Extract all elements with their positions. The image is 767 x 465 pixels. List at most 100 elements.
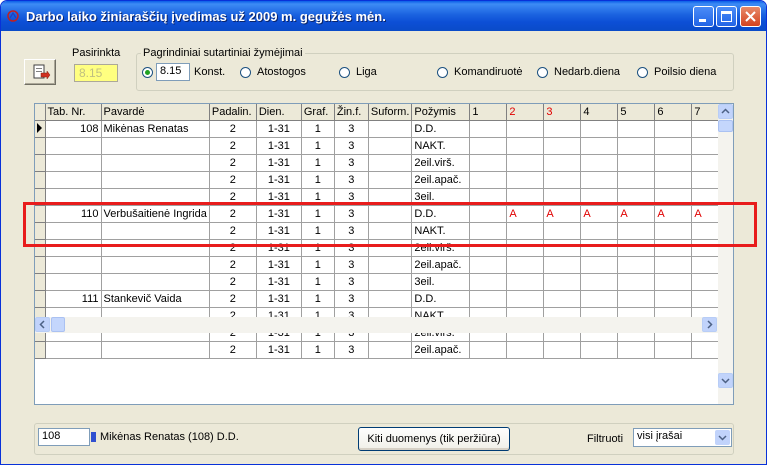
grid-cell[interactable]: 2 [209,154,257,172]
horizontal-scroll-thumb[interactable] [51,317,65,332]
grid-cell[interactable]: 2eil.apač. [411,341,471,359]
column-header[interactable]: 2 [506,104,545,121]
table-row[interactable]: 2 1-31 1 3 NAKT. [35,137,730,155]
grid-cell[interactable]: NAKT. [411,137,471,155]
grid-cell[interactable]: 1 [301,273,335,291]
column-header[interactable]: Požymis [411,104,471,121]
radio-atostogos[interactable] [240,67,251,78]
radio-label-konst[interactable]: Konst. [194,66,225,78]
radio-nedarb-diena[interactable] [537,67,548,78]
grid-cell[interactable] [469,290,508,308]
grid-cell[interactable]: 3eil. [411,273,471,291]
grid-cell[interactable] [368,120,413,138]
grid-cell[interactable]: 1 [301,154,335,172]
grid-cell[interactable]: 1 [301,256,335,274]
grid-cell[interactable] [543,256,582,274]
grid-cell[interactable]: Stankevič Vaida [101,290,210,308]
grid-cell[interactable] [45,256,102,274]
grid-cell[interactable]: 1 [301,290,335,308]
grid-cell[interactable] [654,273,693,291]
grid-cell[interactable] [506,273,545,291]
vertical-scroll-thumb[interactable] [718,120,733,132]
grid-cell[interactable] [469,171,508,189]
grid-cell[interactable] [580,256,619,274]
grid-cell[interactable]: 2eil.virš. [411,154,471,172]
grid-cell[interactable]: 1 [301,171,335,189]
grid-cell[interactable]: 1 [301,120,335,138]
grid-cell[interactable] [469,137,508,155]
grid-cell[interactable] [469,256,508,274]
scroll-left-button[interactable] [35,317,50,332]
filter-dropdown-button[interactable] [715,430,730,445]
radio-poilsio-diena[interactable] [637,67,648,78]
grid-cell[interactable]: D.D. [411,290,471,308]
column-header[interactable]: Tab. Nr. [45,104,102,121]
grid-cell[interactable] [469,154,508,172]
grid-cell[interactable]: 3 [334,120,369,138]
grid-cell[interactable] [368,273,413,291]
row-indicator[interactable] [35,290,46,308]
select-button[interactable] [24,59,56,85]
grid-cell[interactable] [617,171,656,189]
grid-cell[interactable] [368,171,413,189]
grid-cell[interactable] [506,154,545,172]
grid-cell[interactable] [617,154,656,172]
grid-cell[interactable] [580,290,619,308]
column-header[interactable]: Suform. [368,104,413,121]
column-header[interactable]: 3 [543,104,582,121]
grid-cell[interactable] [101,154,210,172]
grid-cell[interactable] [654,137,693,155]
grid-cell[interactable]: 1-31 [256,154,302,172]
grid-cell[interactable]: 2 [209,290,257,308]
timesheet-grid[interactable]: Tab. Nr. Pavardė Padalin. Dien. Graf. Žin.f. S… [34,103,734,405]
horizontal-scrollbar[interactable] [35,317,718,333]
grid-cell[interactable]: 111 [45,290,102,308]
column-header[interactable]: 4 [580,104,619,121]
scroll-down-button[interactable] [718,373,733,388]
grid-cell[interactable] [45,341,102,359]
scroll-right-button[interactable] [702,317,717,332]
grid-cell[interactable] [580,154,619,172]
grid-cell[interactable]: 2 [209,120,257,138]
table-row[interactable]: 2 1-31 1 3 2eil.apač. [35,171,730,189]
title-bar[interactable]: Darbo laiko žiniaraščių įvedimas už 2009… [1,1,766,31]
grid-cell[interactable]: 3 [334,273,369,291]
grid-cell[interactable] [506,341,545,359]
row-indicator[interactable] [35,137,46,155]
grid-cell[interactable]: 3 [334,256,369,274]
grid-cell[interactable]: 3 [334,154,369,172]
column-header[interactable]: Graf. [301,104,335,121]
grid-cell[interactable] [580,120,619,138]
table-row[interactable]: 2 1-31 1 3 3eil. [35,273,730,291]
grid-cell[interactable]: D.D. [411,120,471,138]
row-indicator[interactable] [35,154,46,172]
grid-cell[interactable]: 108 [45,120,102,138]
other-data-button[interactable]: Kiti duomenys (tik peržiūra) [358,427,510,451]
grid-cell[interactable] [654,120,693,138]
maximize-button[interactable] [716,6,737,27]
grid-cell[interactable] [469,273,508,291]
row-indicator[interactable] [35,120,46,138]
grid-cell[interactable]: 2 [209,341,257,359]
grid-cell[interactable] [506,256,545,274]
grid-cell[interactable] [101,273,210,291]
grid-cell[interactable] [368,341,413,359]
vertical-scrollbar[interactable] [718,104,733,404]
grid-cell[interactable] [469,120,508,138]
grid-cell[interactable]: 1 [301,137,335,155]
grid-cell[interactable]: 1-31 [256,137,302,155]
grid-cell[interactable] [506,171,545,189]
konst-value-input[interactable]: 8.15 [156,63,190,81]
grid-cell[interactable] [506,290,545,308]
column-header[interactable]: Žin.f. [334,104,369,121]
grid-cell[interactable] [101,171,210,189]
radio-label-nedarb-diena[interactable]: Nedarb.diena [554,66,620,78]
column-header[interactable]: Padalin. [209,104,257,121]
grid-cell[interactable] [617,290,656,308]
grid-cell[interactable]: 2 [209,256,257,274]
grid-cell[interactable]: 1-31 [256,273,302,291]
table-row[interactable]: 2 1-31 1 3 2eil.apač. [35,256,730,274]
table-row[interactable]: 111 Stankevič Vaida 2 1-31 1 3 D.D. [35,290,730,308]
radio-komandiruote[interactable] [437,67,448,78]
grid-cell[interactable] [580,341,619,359]
